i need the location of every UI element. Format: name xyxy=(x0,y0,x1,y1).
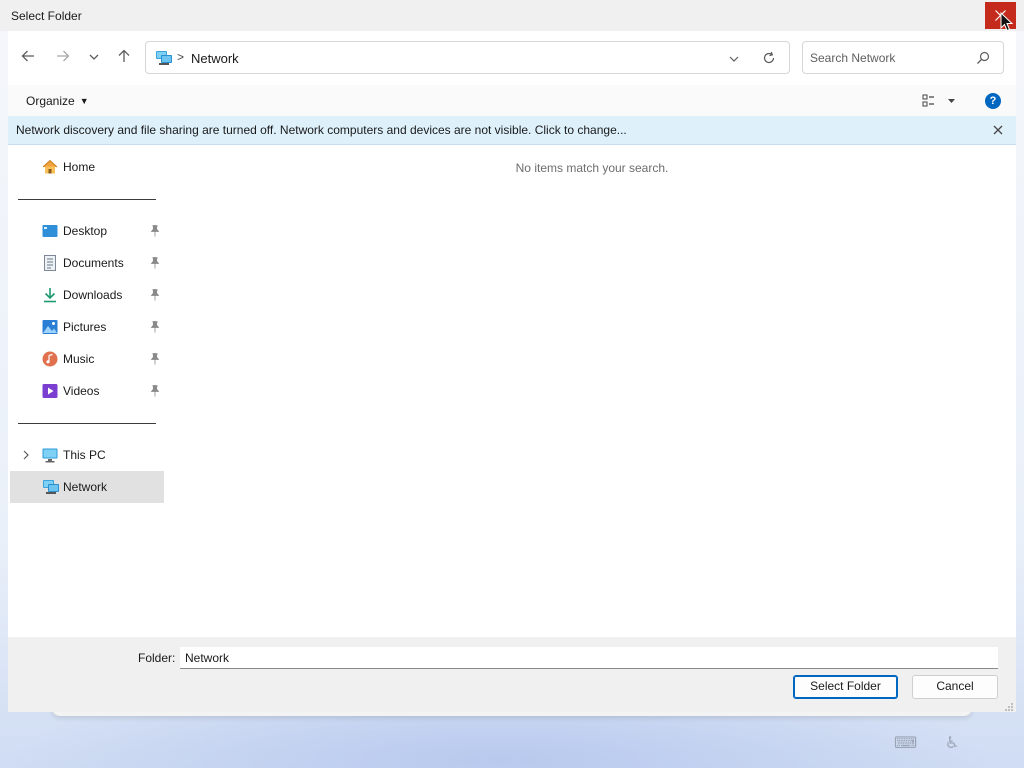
sidebar-item-home[interactable]: Home xyxy=(10,151,164,183)
sidebar-item-label: Pictures xyxy=(63,320,107,334)
sidebar-item-music[interactable]: Music xyxy=(10,343,164,375)
view-options-icon xyxy=(922,94,955,107)
sidebar-item-label: Videos xyxy=(63,384,100,398)
chevron-down-icon xyxy=(89,54,99,60)
caret-down-icon: ▼ xyxy=(79,96,89,106)
sidebar-item-label: Network xyxy=(63,480,108,494)
search-input[interactable] xyxy=(810,49,970,67)
breadcrumb-separator: > xyxy=(177,50,185,64)
back-button[interactable] xyxy=(20,48,42,68)
pin-icon xyxy=(150,385,160,400)
keyboard-icon[interactable]: ⌨ xyxy=(894,734,917,754)
title-bar: Select Folder xyxy=(0,0,1024,31)
organize-label: Organize xyxy=(26,94,75,108)
recent-locations-button[interactable] xyxy=(88,51,110,71)
desktop-icon xyxy=(42,223,58,239)
accessibility-icon[interactable]: ♿ xyxy=(942,734,962,754)
sidebar-divider xyxy=(18,423,156,424)
address-history-button[interactable] xyxy=(728,53,740,67)
select-folder-dialog: Select Folder > Network Search Network O… xyxy=(0,0,1024,712)
sidebar-item-label: This PC xyxy=(63,448,106,462)
network-discovery-info-bar[interactable]: Network discovery and file sharing are t… xyxy=(8,116,1016,145)
up-button[interactable] xyxy=(116,48,138,68)
navigation-pane: Home Desktop Documents Downloads Picture… xyxy=(8,145,178,637)
sidebar-item-label: Home xyxy=(63,160,96,174)
sidebar-item-label: Music xyxy=(63,352,95,366)
arrow-up-icon xyxy=(118,49,130,62)
music-icon xyxy=(42,351,58,367)
sidebar-item-label: Desktop xyxy=(63,224,108,238)
documents-icon xyxy=(42,255,58,271)
sidebar-item-videos[interactable]: Videos xyxy=(10,375,164,407)
close-icon[interactable] xyxy=(993,124,1003,138)
file-list-pane[interactable]: No items match your search. xyxy=(178,145,1016,637)
sidebar-item-downloads[interactable]: Downloads xyxy=(10,279,164,311)
sidebar-item-this-pc[interactable]: This PC xyxy=(10,439,164,471)
navigation-bar: > Network xyxy=(8,31,1016,85)
arrow-right-icon xyxy=(57,50,70,62)
sidebar-divider xyxy=(18,199,156,200)
home-icon xyxy=(42,159,58,175)
cancel-button[interactable]: Cancel xyxy=(912,675,998,699)
resize-grip-icon[interactable] xyxy=(1004,701,1014,715)
pin-icon xyxy=(150,225,160,240)
address-bar[interactable]: > Network xyxy=(145,41,790,74)
folder-name-input[interactable] xyxy=(180,647,998,669)
network-icon xyxy=(155,50,173,69)
arrow-left-icon xyxy=(21,50,34,62)
network-icon xyxy=(42,479,59,495)
computer-icon xyxy=(42,447,58,463)
pin-icon xyxy=(150,321,160,336)
command-bar: Organize ▼ ? xyxy=(8,85,1016,116)
pin-icon xyxy=(150,353,160,368)
forward-button[interactable] xyxy=(55,48,77,68)
search-icon[interactable] xyxy=(976,51,990,68)
folder-label: Folder: xyxy=(138,651,176,665)
downloads-icon xyxy=(42,287,58,303)
sidebar-item-pictures[interactable]: Pictures xyxy=(10,311,164,343)
empty-results-message: No items match your search. xyxy=(515,161,669,175)
mouse-cursor-icon xyxy=(1000,11,1014,35)
info-bar-message[interactable]: Network discovery and file sharing are t… xyxy=(16,123,627,137)
pin-icon xyxy=(150,257,160,272)
search-box[interactable] xyxy=(802,41,1004,74)
change-view-button[interactable] xyxy=(922,93,960,109)
videos-icon xyxy=(42,383,58,399)
chevron-down-icon xyxy=(729,56,739,62)
window-title: Select Folder xyxy=(11,9,82,23)
sidebar-item-label: Downloads xyxy=(63,288,123,302)
refresh-icon xyxy=(763,51,775,64)
select-folder-button[interactable]: Select Folder xyxy=(793,675,898,699)
organize-button[interactable]: Organize ▼ xyxy=(26,94,89,108)
dialog-footer: Folder: Select Folder Cancel xyxy=(8,637,1016,712)
refresh-button[interactable] xyxy=(762,51,776,68)
help-icon[interactable]: ? xyxy=(985,93,1001,109)
chevron-right-icon[interactable] xyxy=(22,449,30,463)
sidebar-item-network[interactable]: Network xyxy=(10,471,164,503)
sidebar-item-label: Documents xyxy=(63,256,124,270)
pin-icon xyxy=(150,289,160,304)
sidebar-item-documents[interactable]: Documents xyxy=(10,247,164,279)
breadcrumb-network[interactable]: Network xyxy=(191,51,239,66)
pictures-icon xyxy=(42,319,58,335)
sidebar-item-desktop[interactable]: Desktop xyxy=(10,215,164,247)
